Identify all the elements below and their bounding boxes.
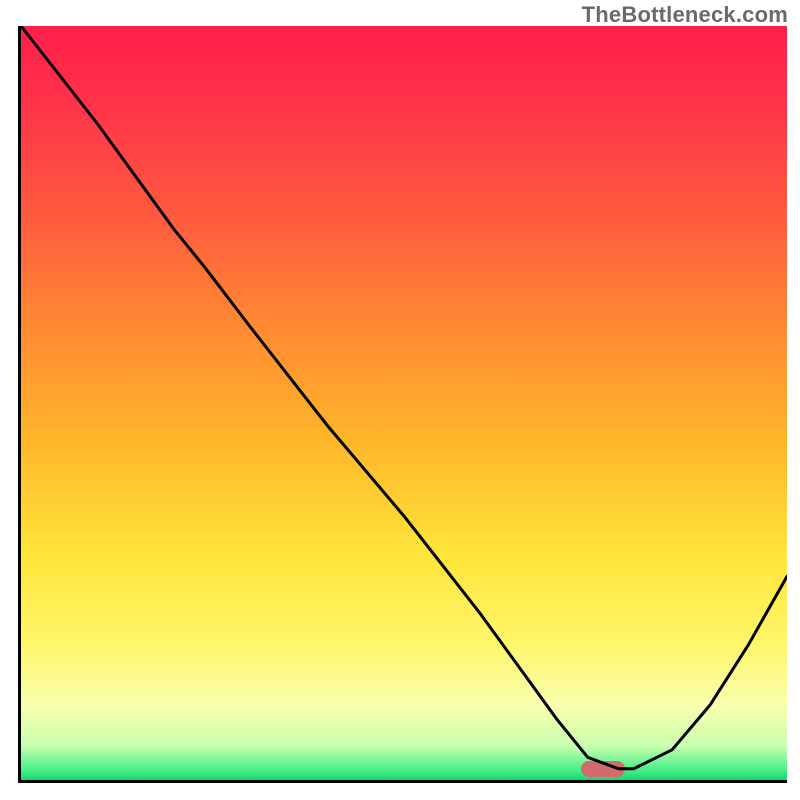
chart-container: TheBottleneck.com: [0, 0, 800, 800]
watermark-text: TheBottleneck.com: [582, 2, 788, 28]
bottleneck-curve: [21, 26, 787, 780]
plot-area: [18, 26, 787, 783]
